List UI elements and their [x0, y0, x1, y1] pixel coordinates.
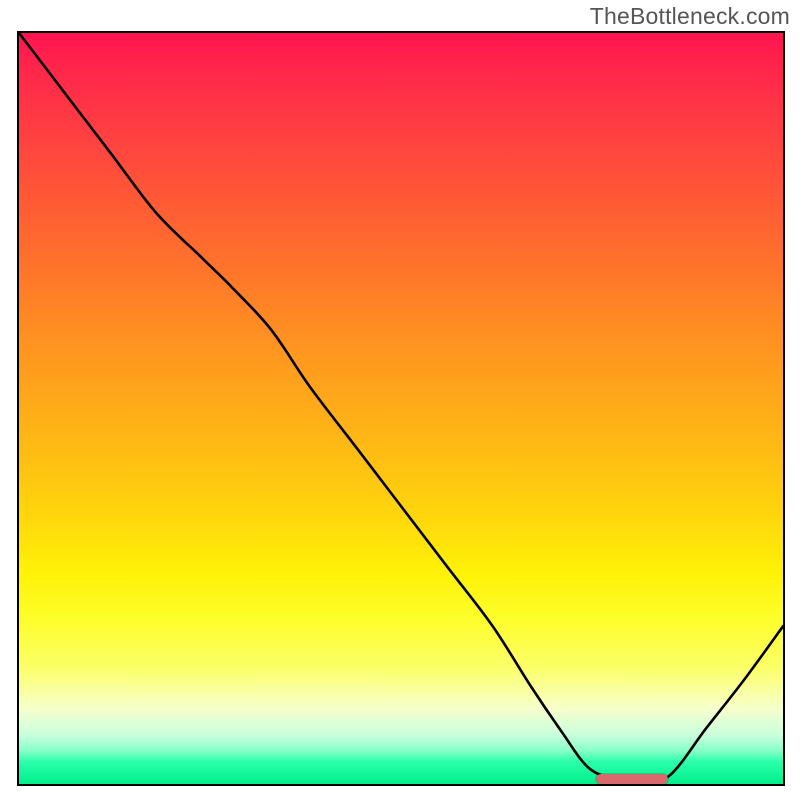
line-series	[19, 33, 783, 784]
watermark-text: TheBottleneck.com	[590, 3, 790, 30]
plot-area	[17, 31, 785, 786]
optimum-marker	[596, 774, 669, 784]
series-path	[19, 33, 783, 781]
